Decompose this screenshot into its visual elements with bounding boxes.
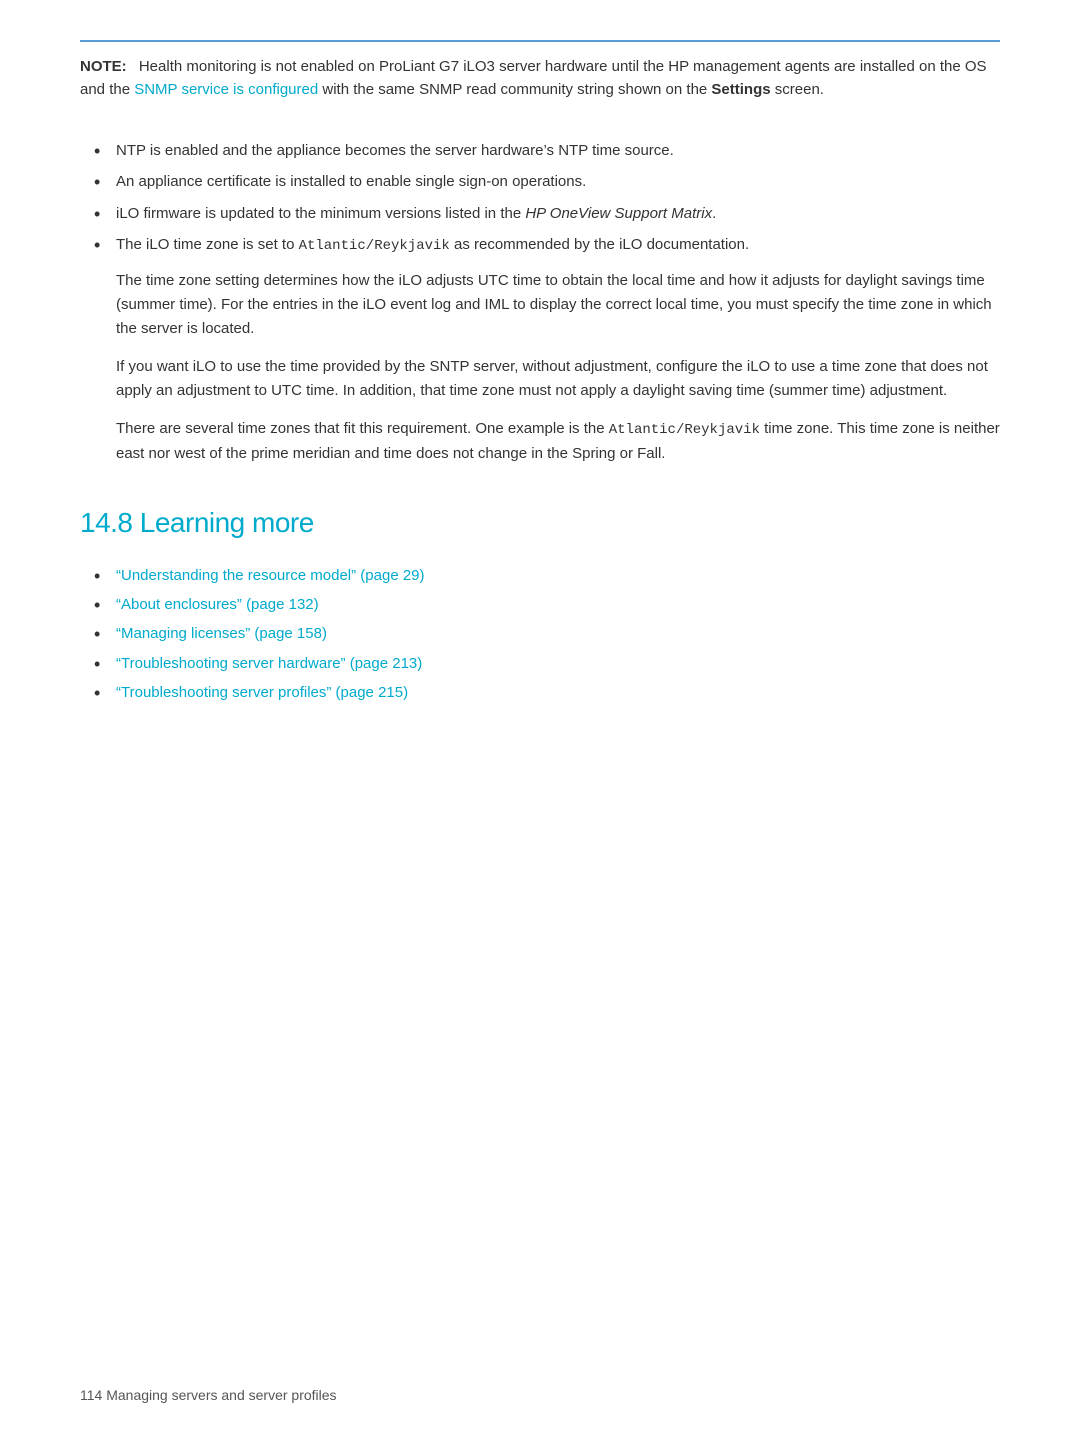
list-item-tz-text-before: The iLO time zone is set to xyxy=(116,236,299,253)
sub-para-2: If you want iLO to use the time provided… xyxy=(116,355,1000,403)
list-item: “Managing licenses” (page 158) xyxy=(80,622,1000,645)
list-item: “Understanding the resource model” (page… xyxy=(80,564,1000,587)
sub-para-1: The time zone setting determines how the… xyxy=(116,269,1000,341)
list-item: “About enclosures” (page 132) xyxy=(80,593,1000,616)
learn-more-list: “Understanding the resource model” (page… xyxy=(80,564,1000,704)
list-item-firmware-italic: HP OneView Support Matrix xyxy=(525,205,712,222)
link-resource-model[interactable]: “Understanding the resource model” (page… xyxy=(116,567,425,584)
page-footer: 114 Managing servers and server profiles xyxy=(80,1385,337,1406)
link-troubleshooting-profiles[interactable]: “Troubleshooting server profiles” (page … xyxy=(116,684,408,701)
note-box: NOTE: Health monitoring is not enabled o… xyxy=(80,40,1000,115)
list-item-tz-mono: Atlantic/Reykjavik xyxy=(299,238,450,254)
list-item-firmware: iLO firmware is updated to the minimum v… xyxy=(80,202,1000,225)
note-text-2: with the same SNMP read community string… xyxy=(318,81,711,98)
link-about-enclosures[interactable]: “About enclosures” (page 132) xyxy=(116,596,319,613)
list-item-certificate: An appliance certificate is installed to… xyxy=(80,170,1000,193)
list-item-ntp: NTP is enabled and the appliance becomes… xyxy=(80,139,1000,162)
note-label: NOTE: xyxy=(80,58,127,75)
sub-para-3: There are several time zones that fit th… xyxy=(116,417,1000,465)
list-item: “Troubleshooting server hardware” (page … xyxy=(80,652,1000,675)
main-bullet-list: NTP is enabled and the appliance becomes… xyxy=(80,139,1000,466)
sub-para-3-mono: Atlantic/Reykjavik xyxy=(609,422,760,438)
list-item-ntp-text: NTP is enabled and the appliance becomes… xyxy=(116,142,674,159)
link-troubleshooting-hardware[interactable]: “Troubleshooting server hardware” (page … xyxy=(116,655,422,672)
note-text-3: screen. xyxy=(771,81,824,98)
note-bold-settings: Settings xyxy=(711,81,770,98)
list-item-firmware-text-after: . xyxy=(712,205,716,222)
section-heading-14-8: 14.8 Learning more xyxy=(80,502,1000,544)
list-item-tz-text-after: as recommended by the iLO documentation. xyxy=(450,236,749,253)
sub-para-1-text: The time zone setting determines how the… xyxy=(116,272,992,337)
list-item-timezone: The iLO time zone is set to Atlantic/Rey… xyxy=(80,233,1000,466)
page: NOTE: Health monitoring is not enabled o… xyxy=(0,0,1080,1438)
list-item-cert-text: An appliance certificate is installed to… xyxy=(116,173,586,190)
snmp-link[interactable]: SNMP service is configured xyxy=(134,81,318,98)
list-item-firmware-text-before: iLO firmware is updated to the minimum v… xyxy=(116,205,525,222)
list-item: “Troubleshooting server profiles” (page … xyxy=(80,681,1000,704)
sub-para-2-text: If you want iLO to use the time provided… xyxy=(116,358,988,399)
link-managing-licenses[interactable]: “Managing licenses” (page 158) xyxy=(116,625,327,642)
